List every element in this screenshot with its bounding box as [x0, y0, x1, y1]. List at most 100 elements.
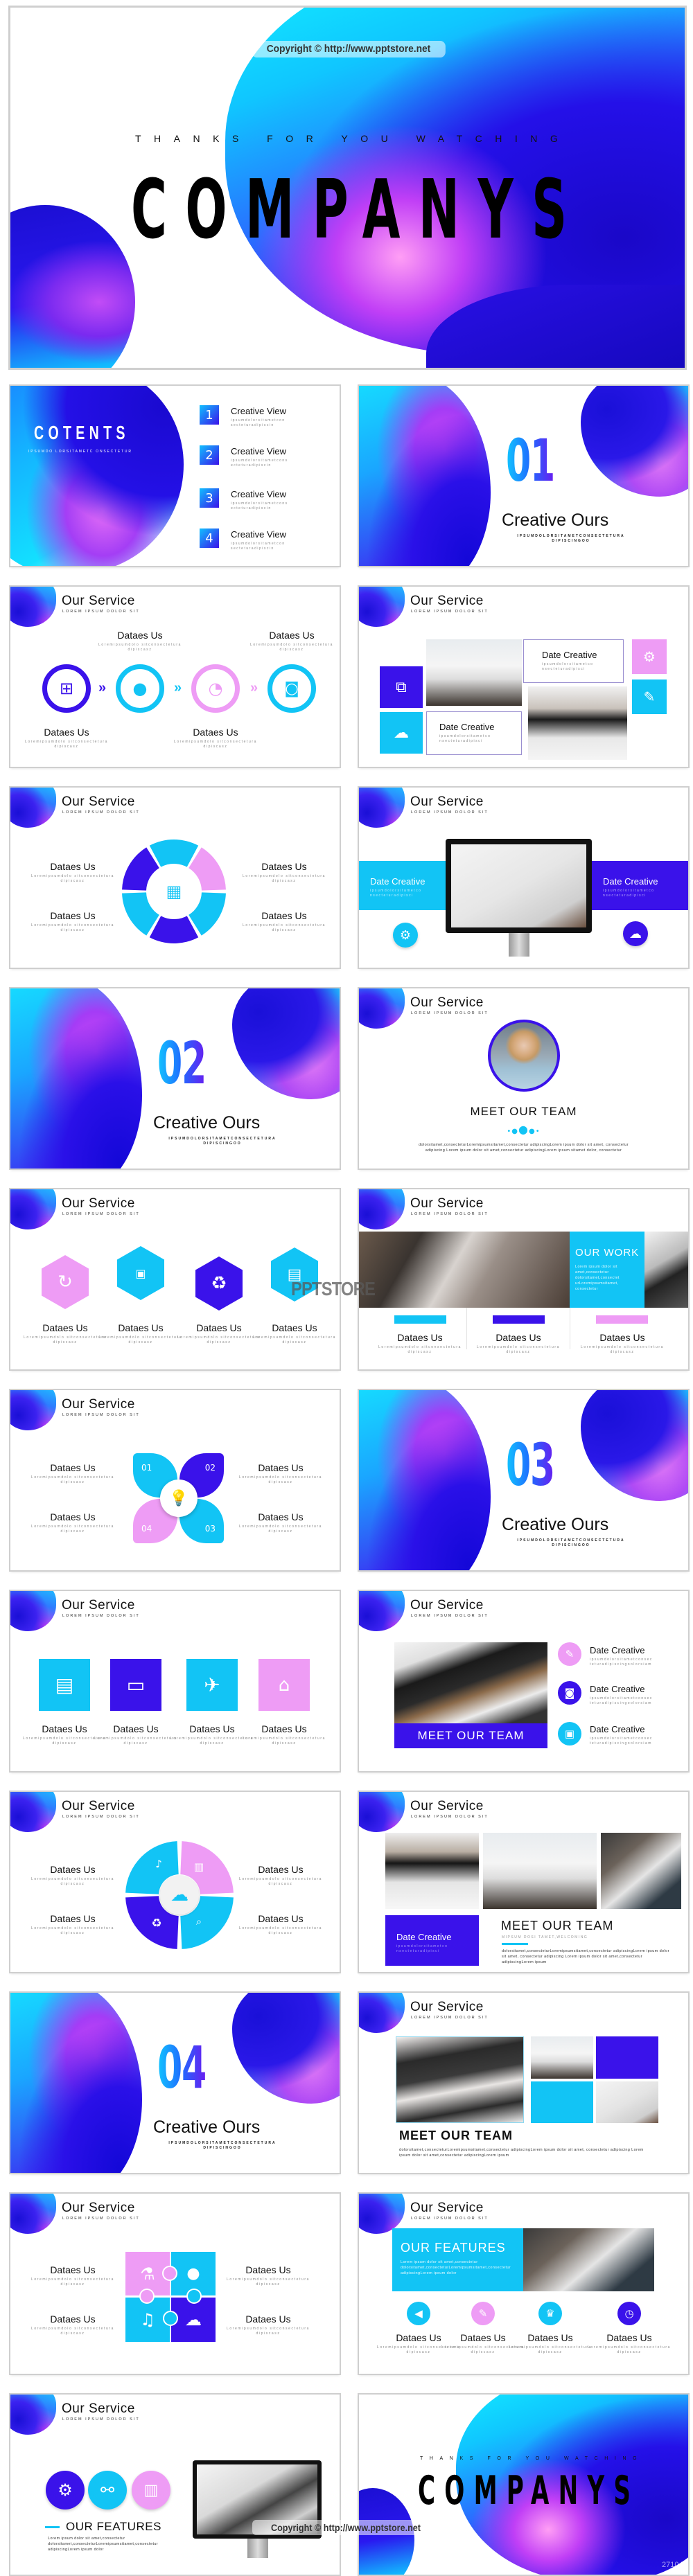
- item-label-block: Dataes Us Loremipsumdolo sitconsectetura …: [31, 1864, 114, 1886]
- cloud-download-icon: ☁: [380, 712, 423, 754]
- slide-section-01[interactable]: 01 Creative Ours IPSUMDOLORSITAMETCONSEC…: [359, 386, 688, 566]
- team-paragraph: dolorsitamet,consecteturLoremipsumsitame…: [399, 2148, 644, 2158]
- slide-subtitle: LOREM IPSUM DOLOR SIT: [411, 2016, 489, 2020]
- slide-title: Our Service: [62, 1598, 135, 1613]
- corner-blob: [10, 1390, 56, 1430]
- slide-service-squares[interactable]: Our Service LOREM IPSUM DOLOR SIT ▤ ▭ ✈ …: [10, 1591, 340, 1771]
- slide-service-cycle[interactable]: Our Service LOREM IPSUM DOLOR SIT ☁ ♪ ▥ …: [10, 1792, 340, 1972]
- section-blob-right: [232, 988, 340, 1099]
- corner-blob: [359, 988, 405, 1029]
- slide-meet-team-grid[interactable]: Our Service LOREM IPSUM DOLOR SIT MEET O…: [359, 1993, 688, 2173]
- item-label-block: Dataes Us Loremipsumdolo sitconsectetura …: [174, 727, 257, 749]
- item-label-block: Dataes Us Loremipsumdolo sitconsectetura …: [243, 910, 326, 932]
- slide-final[interactable]: THANKS FOR YOU WATCHING COMPANYS 27104: [359, 2395, 688, 2575]
- photo-meeting: [601, 1833, 681, 1909]
- corner-blob: [10, 2194, 56, 2234]
- slide-section-03[interactable]: 03 Creative Ours IPSUMDOLORSITAMETCONSEC…: [359, 1390, 688, 1570]
- our-work-title: OUR WORK: [575, 1247, 640, 1259]
- monitor: [446, 839, 592, 933]
- box-desc: ipsumdolorsitametco nsecteturadipisci: [396, 1944, 448, 1953]
- features-box: OUR FEATURES Lorem ipsum dolor sit amet,…: [392, 2228, 523, 2291]
- section-blob-right: [581, 1390, 688, 1501]
- photo-workspace: [528, 686, 627, 760]
- purple-band: Date Creative ipsumdolorsitametco nsecte…: [589, 861, 688, 910]
- chevron-icon: »: [174, 680, 182, 695]
- slide-service-grid[interactable]: Our Service LOREM IPSUM DOLOR SIT ⧉ ☁ Da…: [359, 587, 688, 767]
- item-label-block: Dataes Us Loremipsumdolo sitconsectetura …: [588, 2332, 671, 2354]
- slide-service-petals[interactable]: Our Service LOREM IPSUM DOLOR SIT 01 02 …: [10, 1390, 340, 1570]
- presentation-icon: ▥: [132, 2471, 170, 2510]
- number-badge: 4: [200, 528, 219, 548]
- copyright-badge: Copyright © http://www.pptstore.net: [252, 41, 446, 57]
- item-label-block: Dataes Us Loremipsumdolo sitconsectetura …: [477, 1332, 560, 1354]
- photo-desk: [426, 639, 522, 706]
- slide-meet-team-avatar[interactable]: Our Service LOREM IPSUM DOLOR SIT MEET O…: [359, 988, 688, 1169]
- item-desc: ipsumdolorsitametcon secteturadipiscin: [231, 542, 286, 551]
- section-number: 01: [506, 427, 555, 495]
- monitor-screen-photo: [451, 844, 586, 927]
- slide-title: Our Service: [410, 594, 484, 608]
- slide-title: Our Service: [62, 1196, 135, 1211]
- slide-our-work[interactable]: Our Service LOREM IPSUM DOLOR SIT OUR WO…: [359, 1189, 688, 1369]
- contents-blob: [10, 386, 184, 566]
- slide-service-flow[interactable]: Our Service LOREM IPSUM DOLOR SIT ⊞ » ● …: [10, 587, 340, 767]
- team-subtitle: MIPSUM DOSI TAMET,WELCOMING: [502, 1935, 588, 1939]
- analytics-icon: ⌕: [195, 1915, 202, 1928]
- features-title: OUR FEATURES: [401, 2241, 506, 2255]
- item-label: Creative View: [231, 489, 286, 499]
- clock-icon: ◷: [617, 2302, 641, 2325]
- accent-line: [502, 1943, 528, 1945]
- section-blob-left: [359, 386, 491, 566]
- item-label-block: Dataes Us Loremipsumdolo sitconsectetura …: [98, 630, 182, 652]
- slide-service-wheel[interactable]: Our Service LOREM IPSUM DOLOR SIT ▦ Data…: [10, 788, 340, 968]
- slide-our-features-monitor[interactable]: Our Service LOREM IPSUM DOLOR SIT ⚙ ⚯ ▥ …: [10, 2395, 340, 2575]
- item-label-block: Dataes Us Loremipsumdolo sitconsectetura …: [94, 1723, 177, 1746]
- slide-our-features-banner[interactable]: Our Service LOREM IPSUM DOLOR SIT OUR FE…: [359, 2194, 688, 2374]
- hero-title: COMPANYS: [131, 161, 685, 257]
- our-work-box: OUR WORK Lorem ipsum dolor sit amet,cons…: [570, 1232, 644, 1308]
- camera-icon: ◙: [558, 1681, 581, 1705]
- photo-notebook: [596, 2081, 658, 2123]
- item-label-block: Dataes Us Loremipsumdolo sitconsectetura …: [227, 2313, 310, 2336]
- item-label-block: Dataes Us Loremipsumdolo sitconsectetura …: [239, 1511, 322, 1534]
- item-label-block: Dataes Us Loremipsumdolo sitconsectetura …: [239, 1864, 322, 1886]
- section-number: 04: [157, 2034, 207, 2102]
- copyright-badge: Copyright © http://www.pptstore.net: [252, 2520, 439, 2535]
- chevron-icon: »: [250, 680, 258, 695]
- team-paragraph: dolorsitamet,consecteturLoremipsumsitame…: [419, 1143, 629, 1153]
- slide-section-02[interactable]: 02 Creative Ours IPSUMDOLORSITAMETCONSEC…: [10, 988, 340, 1169]
- hero-slide[interactable]: Copyright © http://www.pptstore.net THAN…: [10, 8, 685, 368]
- item-label-block: Dataes Us Loremipsumdolo sitconsectetura …: [378, 1332, 462, 1354]
- team-paragraph: dolorsitamet,consecteturLoremipsumsitame…: [502, 1949, 669, 1964]
- slide-subtitle: LOREM IPSUM DOLOR SIT: [411, 1011, 489, 1015]
- list-item: Date Creative ipsumdolorsitametconsec tet…: [590, 1724, 653, 1746]
- item-label-block: Dataes Us Loremipsumdolo sitconsectetura …: [239, 1462, 322, 1484]
- item-label-block: Dataes Us Loremipsumdolo sitconsectetura …: [170, 1723, 254, 1746]
- number-badge: 1: [200, 405, 219, 425]
- team-title: MEET OUR TEAM: [501, 1919, 614, 1933]
- slide-contents[interactable]: COTENTS IPSUMDO LORSITAMETC ONSECTETUR 1…: [10, 386, 340, 566]
- photo-desk: [483, 1833, 597, 1909]
- slide-service-hexagons[interactable]: Our Service LOREM IPSUM DOLOR SIT ↻ ▣ ♻ …: [10, 1189, 340, 1369]
- edit-icon: ✎: [558, 1642, 581, 1666]
- corner-blob: [359, 1993, 405, 2033]
- slide-meet-team-photos[interactable]: Our Service LOREM IPSUM DOLOR SIT Date C…: [359, 1792, 688, 1972]
- section-blob-left: [10, 988, 142, 1169]
- corner-blob: [359, 587, 405, 627]
- slide-section-04[interactable]: 04 Creative Ours IPSUMDOLORSITAMETCONSEC…: [10, 1993, 340, 2173]
- item-label-block: Dataes Us Loremipsumdolo sitconsectetura …: [24, 1322, 107, 1344]
- slide-service-monitor[interactable]: Our Service LOREM IPSUM DOLOR SIT Date C…: [359, 788, 688, 968]
- slide-title: Our Service: [62, 2201, 135, 2215]
- hero-subtitle: THANKS FOR YOU WATCHING: [135, 133, 571, 144]
- our-work-text: Lorem ipsum dolor sit amet,consectetur d…: [575, 1265, 620, 1291]
- slide-service-puzzle[interactable]: Our Service LOREM IPSUM DOLOR SIT ⚗ ● ♫ …: [10, 2194, 340, 2374]
- slide-subtitle: LOREM IPSUM DOLOR SIT: [411, 810, 489, 815]
- item-desc: ipsumdolorsitametcon secteturadipiscin: [231, 418, 286, 427]
- recycle-icon: ♻: [151, 1917, 162, 1930]
- section-desc: IPSUMDOLORSITAMETCONSECTETURA DIPISCINGO…: [517, 534, 625, 543]
- cloud-upload-icon[interactable]: ☁: [623, 921, 648, 946]
- gear-icon[interactable]: ⚙: [393, 923, 418, 948]
- photo-workspace: [385, 1833, 479, 1909]
- slide-meet-team-list[interactable]: Our Service LOREM IPSUM DOLOR SIT MEET O…: [359, 1591, 688, 1771]
- android-icon: ◙: [267, 664, 316, 713]
